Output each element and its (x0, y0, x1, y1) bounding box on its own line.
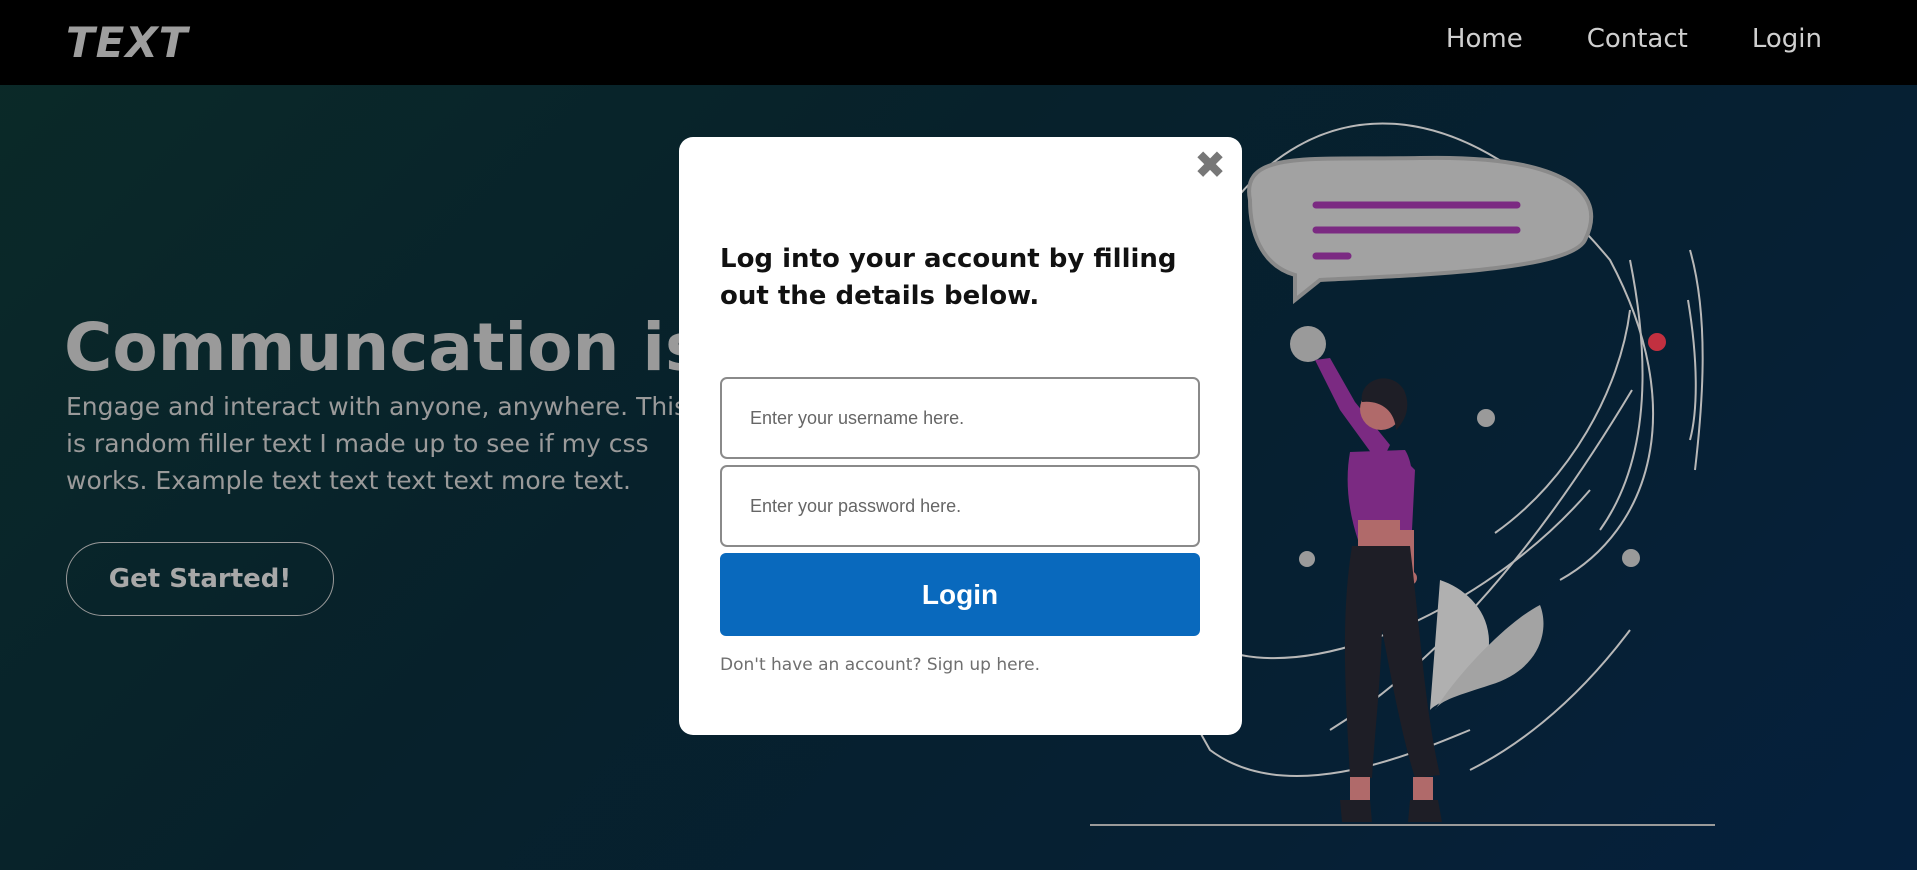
orbit-dot (1299, 551, 1315, 567)
username-input[interactable] (720, 377, 1200, 459)
signup-link[interactable]: Don't have an account? Sign up here. (720, 655, 1040, 675)
person-figure (1315, 358, 1442, 822)
modal-heading: Log into your account by filling out the… (720, 244, 1177, 311)
orbit-dot (1477, 409, 1495, 427)
login-modal: ✖ Log into your account by filling out t… (679, 137, 1242, 735)
password-input[interactable] (720, 465, 1200, 547)
close-icon[interactable]: ✖ (1194, 145, 1226, 185)
orbit-dot-red (1648, 333, 1666, 351)
orbit-line (1494, 309, 1631, 534)
held-dot (1290, 326, 1326, 362)
orbit-dot (1622, 549, 1640, 567)
get-started-button[interactable]: Get Started! (66, 542, 334, 616)
navbar: TEXT Home Contact Login (0, 0, 1917, 85)
orbit-line (1689, 249, 1704, 471)
nav-link-home[interactable]: Home (1446, 24, 1523, 54)
orbit-line (1687, 299, 1697, 441)
nav-link-login[interactable]: Login (1752, 24, 1822, 54)
logo[interactable]: TEXT (66, 18, 188, 67)
login-button[interactable]: Login (720, 553, 1200, 636)
nav-links: Home Contact Login (1446, 24, 1822, 54)
hero-text: Engage and interact with anyone, anywher… (66, 392, 688, 495)
nav-link-contact[interactable]: Contact (1587, 24, 1688, 54)
